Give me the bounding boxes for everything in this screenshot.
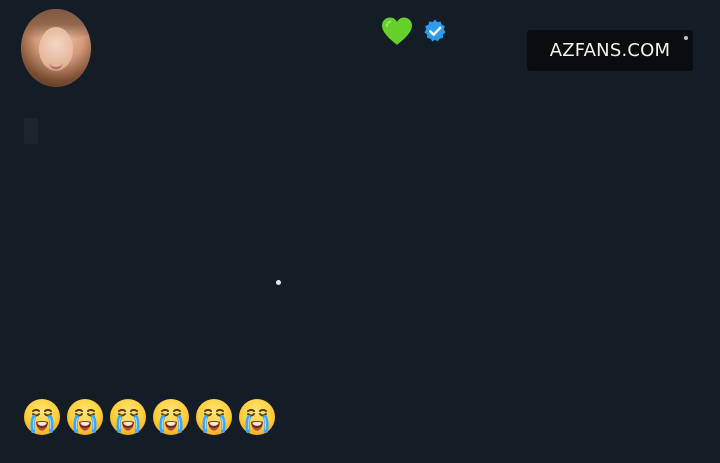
loudly-crying-face-icon [65, 397, 105, 437]
watermark-dot [684, 36, 688, 40]
loudly-crying-face-icon [22, 397, 62, 437]
loudly-crying-face-icon [194, 397, 234, 437]
faint-artifact [24, 118, 38, 144]
media-dot [276, 280, 281, 285]
emoji-row [22, 397, 277, 437]
watermark-badge: AZFANS.COM [527, 30, 693, 71]
story-viewer: AZFANS.COM [0, 0, 720, 463]
green-heart-icon [380, 16, 414, 46]
loudly-crying-face-icon [237, 397, 277, 437]
watermark-text: AZFANS.COM [549, 40, 671, 61]
loudly-crying-face-icon [108, 397, 148, 437]
loudly-crying-face-icon [151, 397, 191, 437]
verified-check-icon [422, 18, 448, 44]
status-badges [380, 16, 448, 46]
profile-avatar[interactable] [21, 9, 91, 87]
